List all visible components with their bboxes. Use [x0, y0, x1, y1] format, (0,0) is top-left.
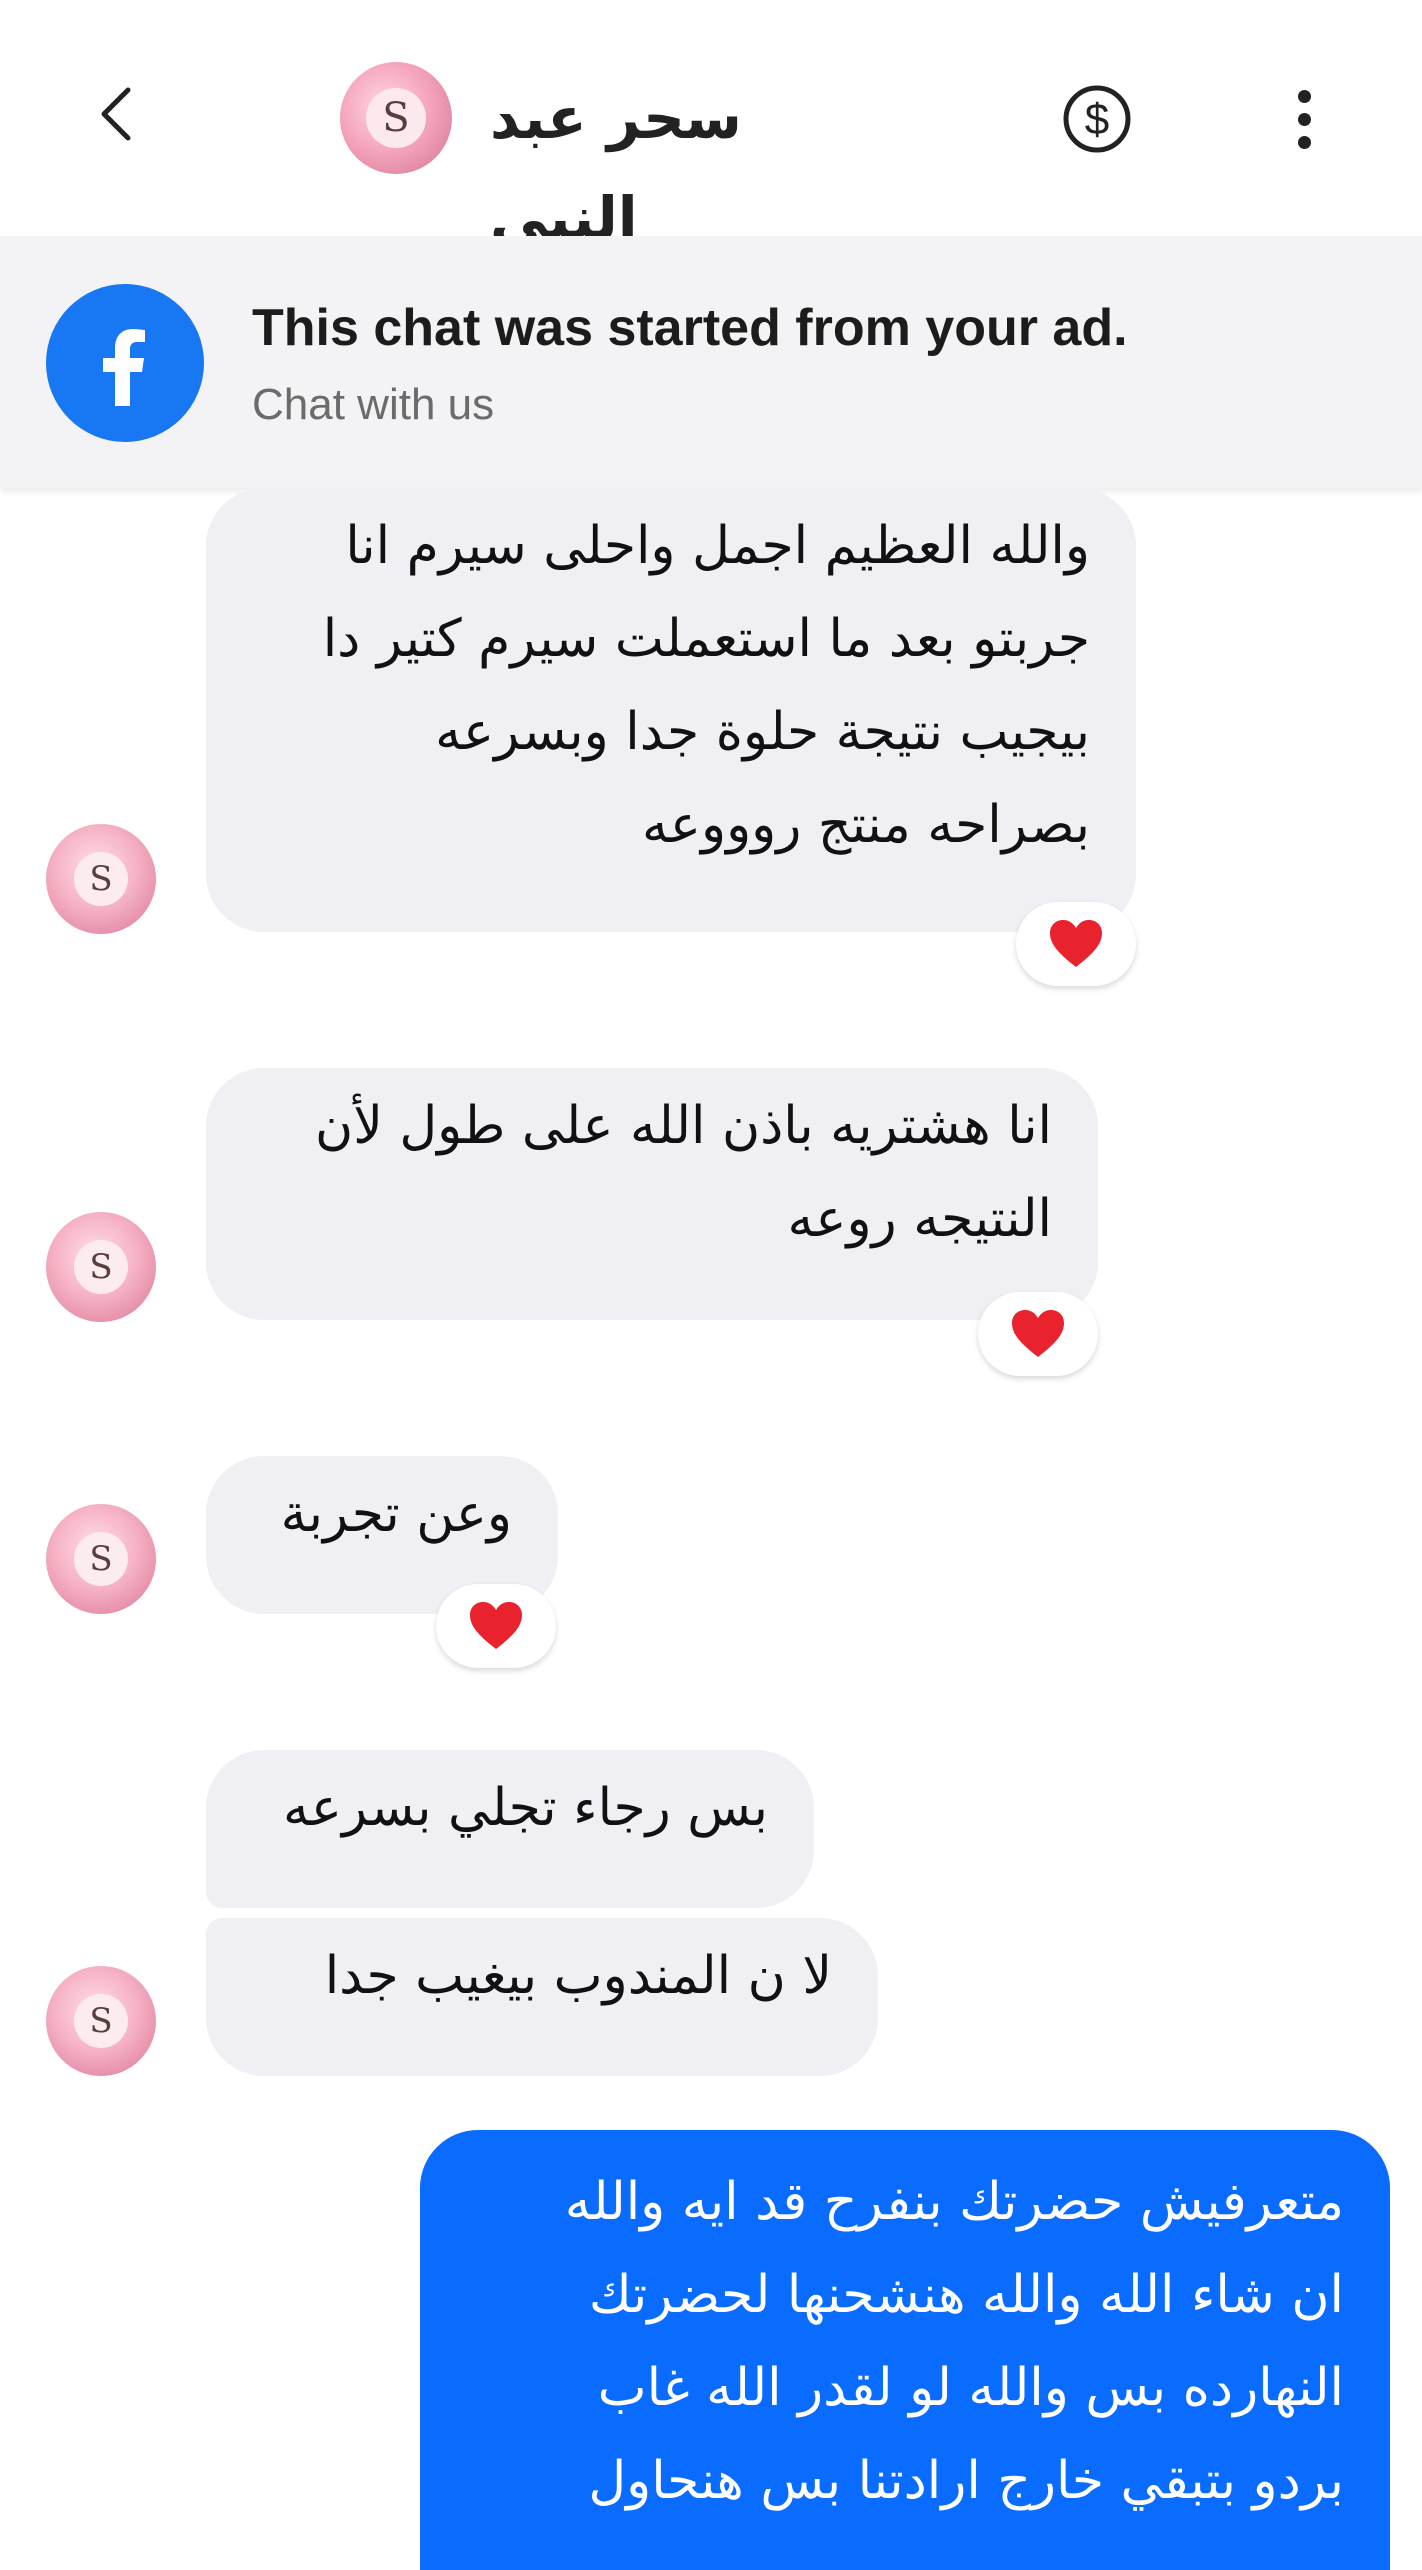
message-bubble-incoming[interactable]: لا ن المندوب بيغيب جدا — [206, 1918, 878, 2076]
ad-banner-title: This chat was started from your ad. — [252, 299, 1128, 357]
svg-text:$: $ — [1085, 95, 1109, 144]
avatar-letter: S — [74, 1240, 128, 1294]
message-line: بيجيب نتيجة حلوة جدا وبسرعه — [435, 702, 1090, 762]
more-options-button[interactable] — [1276, 82, 1332, 156]
chat-header: S سحر عبد النبى $ — [0, 0, 1422, 252]
message-bubble-incoming[interactable]: انا هشتريه باذن الله على طول لأن النتيجه… — [206, 1068, 1098, 1320]
menu-dot-icon — [1297, 135, 1311, 149]
message-bubble-incoming[interactable]: بس رجاء تجلي بسرعه — [206, 1750, 814, 1908]
contact-avatar[interactable]: S — [46, 1966, 156, 2076]
message-line: انا هشتريه باذن الله على طول لأن — [315, 1096, 1052, 1156]
message-line: بصراحه منتج روووعه — [642, 795, 1090, 855]
contact-avatar[interactable]: S — [46, 1504, 156, 1614]
payment-button[interactable]: $ — [1060, 82, 1134, 156]
ad-origin-banner: This chat was started from your ad. Chat… — [0, 236, 1422, 488]
message-bubble-incoming[interactable]: والله العظيم اجمل واحلى سيرم انا جربتو ب… — [206, 488, 1136, 932]
back-button[interactable] — [80, 78, 152, 150]
message-line: ان شاء الله والله هنشحنها لحضرتك — [588, 2265, 1344, 2325]
heart-icon — [470, 1602, 522, 1649]
message-line: النتيجه روعه — [787, 1189, 1052, 1249]
contact-avatar[interactable]: S — [46, 1212, 156, 1322]
message-line: متعرفيش حضرتك بنفرح قد ايه والله — [564, 2172, 1344, 2232]
heart-icon — [1012, 1310, 1064, 1357]
reaction-badge[interactable] — [436, 1584, 556, 1668]
heart-icon — [1050, 920, 1102, 967]
menu-dot-icon — [1297, 112, 1311, 126]
message-line: والله العظيم اجمل واحلى سيرم انا — [345, 516, 1090, 576]
message-line: بس رجاء تجلي بسرعه — [283, 1778, 768, 1838]
dollar-circle-icon: $ — [1063, 85, 1131, 153]
chevron-left-icon — [101, 87, 131, 141]
message-line: جربتو بعد ما استعملت سيرم كتير دا — [322, 609, 1090, 669]
avatar-letter: S — [74, 1994, 128, 2048]
contact-avatar[interactable]: S — [340, 62, 452, 174]
message-line: وعن تجربة — [280, 1484, 512, 1544]
message-bubble-outgoing[interactable]: متعرفيش حضرتك بنفرح قد ايه والله ان شاء … — [420, 2130, 1390, 2570]
menu-dot-icon — [1297, 89, 1311, 103]
message-line: النهارده بس والله لو لقدر الله غاب — [597, 2358, 1344, 2418]
facebook-logo-icon — [46, 284, 204, 442]
reaction-badge[interactable] — [978, 1292, 1098, 1376]
avatar-letter: S — [366, 88, 426, 148]
contact-avatar[interactable]: S — [46, 824, 156, 934]
contact-name[interactable]: سحر عبد النبى — [490, 68, 890, 252]
ad-banner-subtitle[interactable]: Chat with us — [252, 380, 494, 430]
message-line: لا ن المندوب بيغيب جدا — [324, 1946, 832, 2006]
reaction-badge[interactable] — [1016, 902, 1136, 986]
message-line: بردو بتبقي خارج ارادتنا بس هنحاول — [588, 2451, 1344, 2511]
avatar-letter: S — [74, 852, 128, 906]
avatar-letter: S — [74, 1532, 128, 1586]
